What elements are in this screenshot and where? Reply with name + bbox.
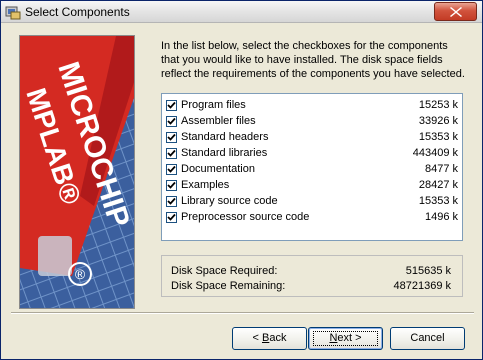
checkmark-icon — [167, 149, 176, 157]
components-list[interactable]: Program files 15253 k Assembler files 33… — [161, 93, 463, 241]
disk-remaining-row: Disk Space Remaining: 48721369 k — [171, 280, 455, 294]
component-label: Program files — [181, 99, 246, 111]
checkmark-icon — [167, 181, 176, 189]
back-button[interactable]: < Back — [232, 327, 307, 350]
component-checkbox[interactable] — [166, 148, 177, 159]
list-item[interactable]: Documentation 8477 k — [166, 162, 458, 178]
checkmark-icon — [167, 213, 176, 221]
instructions-text: In the list below, select the checkboxes… — [161, 40, 465, 80]
back-button-label: ack — [269, 332, 287, 344]
component-checkbox[interactable] — [166, 180, 177, 191]
list-item[interactable]: Program files 15253 k — [166, 98, 458, 114]
checkmark-icon — [167, 117, 176, 125]
title-bar[interactable]: Select Components — [1, 1, 482, 23]
next-button[interactable]: Next > — [308, 327, 383, 350]
component-size: 8477 k — [424, 163, 458, 175]
list-item[interactable]: Assembler files 33926 k — [166, 114, 458, 130]
artwork-registered-mark: ® — [75, 266, 86, 282]
component-label: Preprocessor source code — [181, 211, 310, 223]
disk-required-value: 515635 k — [405, 265, 451, 277]
list-item[interactable]: Library source code 15353 k — [166, 194, 458, 210]
checkmark-icon — [167, 133, 176, 141]
component-checkbox[interactable] — [166, 196, 177, 207]
cancel-button[interactable]: Cancel — [390, 327, 465, 350]
component-label: Library source code — [181, 195, 278, 207]
component-label: Standard libraries — [181, 147, 268, 159]
list-item[interactable]: Examples 28427 k — [166, 178, 458, 194]
close-button[interactable] — [434, 2, 477, 21]
back-button-prefix: < — [252, 332, 262, 344]
component-size: 443409 k — [412, 147, 458, 159]
component-label: Documentation — [181, 163, 255, 175]
checkmark-icon — [167, 197, 176, 205]
component-size: 15353 k — [418, 131, 458, 143]
component-checkbox[interactable] — [166, 212, 177, 223]
button-separator — [11, 312, 474, 314]
disk-remaining-value: 48721369 k — [393, 280, 452, 292]
close-icon — [450, 7, 462, 17]
list-item[interactable]: Standard headers 15353 k — [166, 130, 458, 146]
installer-icon — [5, 4, 21, 20]
checkmark-icon — [167, 165, 176, 173]
disk-required-label: Disk Space Required: — [171, 265, 278, 277]
component-checkbox[interactable] — [166, 132, 177, 143]
disk-required-row: Disk Space Required: 515635 k — [171, 265, 455, 279]
focus-ring — [313, 331, 378, 346]
list-item[interactable]: Preprocessor source code 1496 k — [166, 210, 458, 226]
component-checkbox[interactable] — [166, 100, 177, 111]
disk-space-panel: Disk Space Required: 515635 k Disk Space… — [161, 255, 463, 297]
component-size: 33926 k — [418, 115, 458, 127]
window-title: Select Components — [25, 5, 130, 19]
list-item[interactable]: Standard libraries 443409 k — [166, 146, 458, 162]
product-artwork: MICROCHIP MPLAB® ® — [19, 35, 135, 309]
component-checkbox[interactable] — [166, 116, 177, 127]
checkmark-icon — [167, 101, 176, 109]
component-checkbox[interactable] — [166, 164, 177, 175]
component-label: Examples — [181, 179, 230, 191]
component-size: 1496 k — [424, 211, 458, 223]
disk-remaining-label: Disk Space Remaining: — [171, 280, 286, 292]
component-size: 15253 k — [418, 99, 458, 111]
component-label: Standard headers — [181, 131, 269, 143]
component-size: 28427 k — [418, 179, 458, 191]
component-size: 15353 k — [418, 195, 458, 207]
select-components-window: Select Components MICROCHIP MPLAB® ® In … — [0, 0, 483, 360]
component-label: Assembler files — [181, 115, 256, 127]
